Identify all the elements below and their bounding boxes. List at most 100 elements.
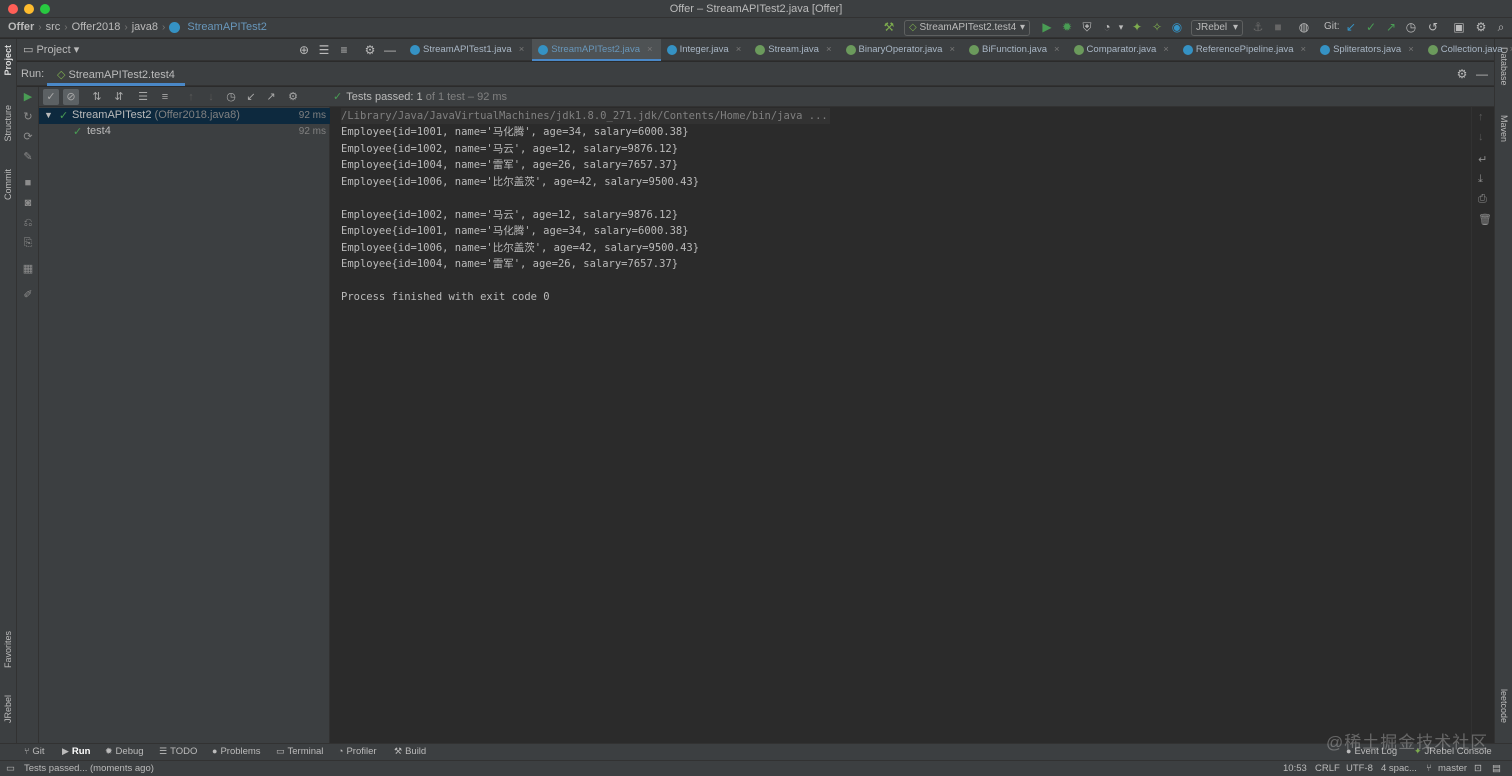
attach-icon[interactable]: ⚓ bbox=[1251, 20, 1265, 34]
gear-icon[interactable]: ⚙ bbox=[285, 89, 301, 105]
jrebel-tool-tab[interactable]: JRebel bbox=[3, 695, 13, 723]
chevron-down-icon[interactable]: ▼ bbox=[44, 110, 53, 120]
tab-referencepipeline[interactable]: ReferencePipeline.java × bbox=[1177, 39, 1314, 61]
commit-tool-tab[interactable]: Commit bbox=[3, 169, 13, 200]
file-encoding[interactable]: UTF-8 bbox=[1346, 763, 1373, 774]
close-icon[interactable]: × bbox=[519, 44, 525, 61]
toggle-tool-windows-icon[interactable]: ▭ bbox=[6, 763, 15, 774]
restore-icon[interactable]: ⎌ bbox=[22, 217, 34, 229]
hide-icon[interactable]: — bbox=[1475, 67, 1489, 81]
test-history-icon[interactable]: ◷ bbox=[223, 89, 239, 105]
export-tests-icon[interactable]: ↗ bbox=[263, 89, 279, 105]
sort-alpha-icon[interactable]: ⇅ bbox=[89, 89, 105, 105]
close-icon[interactable]: × bbox=[826, 44, 832, 61]
breadcrumb-offer2018[interactable]: Offer2018 bbox=[72, 21, 121, 33]
show-passed-icon[interactable]: ✓ bbox=[43, 89, 59, 105]
toggle-autotest-icon[interactable]: ⟳ bbox=[22, 131, 34, 143]
close-icon[interactable]: × bbox=[1054, 44, 1060, 61]
tab-stream[interactable]: Stream.java × bbox=[749, 39, 839, 61]
debug-icon[interactable]: ✹ bbox=[1060, 20, 1074, 34]
cursor-position[interactable]: 10:53 bbox=[1283, 763, 1307, 774]
git-update-icon[interactable]: ↙ bbox=[1344, 20, 1358, 34]
tab-build[interactable]: ⚒ Build bbox=[394, 746, 426, 757]
collapse-all-icon[interactable]: ≡ bbox=[337, 43, 351, 57]
tab-spliterators[interactable]: Spliterators.java × bbox=[1314, 39, 1422, 61]
close-icon[interactable]: × bbox=[647, 44, 653, 59]
tab-integer[interactable]: Integer.java × bbox=[661, 39, 750, 61]
tree-row-test4[interactable]: ✓ test4 92 ms bbox=[39, 124, 330, 140]
stop-icon[interactable]: ■ bbox=[22, 177, 34, 189]
jrebel-debug-icon[interactable]: ✧ bbox=[1150, 20, 1164, 34]
project-structure-icon[interactable]: ▣ bbox=[1452, 20, 1466, 34]
close-icon[interactable]: × bbox=[1408, 44, 1414, 61]
tab-binaryoperator[interactable]: BinaryOperator.java × bbox=[840, 39, 964, 61]
next-failed-icon[interactable]: ↓ bbox=[203, 89, 219, 105]
tab-profiler[interactable]: ◔ Profiler bbox=[338, 746, 377, 757]
export-icon[interactable]: ⎘ bbox=[22, 237, 34, 249]
previous-failed-icon[interactable]: ↑ bbox=[183, 89, 199, 105]
close-icon[interactable]: × bbox=[1163, 44, 1169, 61]
search-icon[interactable]: ⌕ bbox=[1494, 20, 1508, 34]
breadcrumb-src[interactable]: src bbox=[46, 21, 61, 33]
tree-row-root[interactable]: ▼ ✓ StreamAPITest2 (Offer2018.java8) 92 … bbox=[39, 108, 330, 124]
gear-icon[interactable]: ⚙ bbox=[363, 43, 377, 57]
print-icon[interactable]: ⎙ bbox=[1478, 193, 1487, 206]
line-separator[interactable]: CRLF bbox=[1315, 763, 1340, 774]
breadcrumb-class[interactable]: StreamAPITest2 bbox=[187, 21, 266, 33]
collapse-all-icon[interactable]: ≡ bbox=[157, 89, 173, 105]
rerun-icon[interactable]: ▶ bbox=[22, 91, 34, 103]
leetcode-tool-tab[interactable]: leetcode bbox=[1499, 689, 1509, 723]
tab-comparator[interactable]: Comparator.java × bbox=[1068, 39, 1177, 61]
tab-git[interactable]: ⑂ Git bbox=[24, 746, 45, 757]
layout-icon[interactable]: ▦ bbox=[22, 263, 34, 275]
jrebel-info-icon[interactable]: ◉ bbox=[1170, 20, 1184, 34]
run-configuration-select[interactable]: ◇ StreamAPITest2.test4 ▾ bbox=[904, 20, 1030, 36]
jrebel-select[interactable]: JRebel ▾ bbox=[1191, 20, 1243, 36]
chevron-down-icon[interactable]: ▾ bbox=[1114, 20, 1128, 34]
hide-icon[interactable]: — bbox=[383, 43, 397, 57]
breadcrumb-project[interactable]: Offer bbox=[8, 21, 34, 33]
run-icon[interactable]: ▶ bbox=[1040, 20, 1054, 34]
breadcrumb-java8[interactable]: java8 bbox=[132, 21, 158, 33]
arrow-down-icon[interactable]: ↓ bbox=[1478, 131, 1484, 143]
maven-tool-tab[interactable]: Maven bbox=[1499, 115, 1509, 142]
settings-icon[interactable]: ⚙ bbox=[1474, 20, 1488, 34]
tab-terminal[interactable]: ▭ Terminal bbox=[276, 746, 323, 757]
sort-duration-icon[interactable]: ⇵ bbox=[111, 89, 127, 105]
import-tests-icon[interactable]: ↙ bbox=[243, 89, 259, 105]
expand-all-icon[interactable]: ☰ bbox=[135, 89, 151, 105]
jrebel-run-icon[interactable]: ✦ bbox=[1130, 20, 1144, 34]
tab-todo[interactable]: ☰ TODO bbox=[159, 746, 197, 757]
soft-wrap-icon[interactable]: ↵ bbox=[1478, 153, 1487, 166]
tab-run[interactable]: ▶ Run bbox=[62, 746, 90, 757]
memory-icon[interactable]: ▤ bbox=[1492, 763, 1501, 774]
stop-icon[interactable]: ■ bbox=[1271, 20, 1285, 34]
rollback-icon[interactable]: ↺ bbox=[1426, 20, 1440, 34]
git-branch[interactable]: master bbox=[1438, 763, 1467, 774]
settings-icon[interactable]: ⚙ bbox=[1455, 67, 1469, 81]
arrow-up-icon[interactable]: ↑ bbox=[1478, 111, 1484, 123]
profile-icon[interactable]: ◔ bbox=[1100, 20, 1114, 34]
tab-streamapitest1[interactable]: StreamAPITest1.java × bbox=[404, 39, 532, 61]
close-icon[interactable]: × bbox=[949, 44, 955, 61]
tab-debug[interactable]: ✹ Debug bbox=[105, 746, 144, 757]
tab-collection[interactable]: Collection.java× bbox=[1422, 39, 1512, 61]
trash-icon[interactable]: 🗑 bbox=[1478, 213, 1492, 226]
git-commit-icon[interactable]: ✓ bbox=[1364, 20, 1378, 34]
close-icon[interactable]: × bbox=[736, 44, 742, 61]
close-icon[interactable]: × bbox=[1301, 44, 1307, 61]
scroll-to-end-icon[interactable]: ⤓ bbox=[1478, 173, 1483, 186]
tab-streamapitest2[interactable]: StreamAPITest2.java × bbox=[532, 39, 661, 61]
locate-icon[interactable]: ⊕ bbox=[297, 43, 311, 57]
status-message[interactable]: Tests passed... (moments ago) bbox=[24, 763, 154, 774]
favorites-tool-tab[interactable]: Favorites bbox=[3, 631, 13, 668]
git-push-icon[interactable]: ↗ bbox=[1384, 20, 1398, 34]
lock-icon[interactable]: ⊡ bbox=[1474, 763, 1482, 774]
console-output[interactable]: /Library/Java/JavaVirtualMachines/jdk1.8… bbox=[331, 107, 1471, 743]
show-ignored-icon[interactable]: ⊘ bbox=[63, 89, 79, 105]
history-icon[interactable]: ◷ bbox=[1404, 20, 1418, 34]
indent-setting[interactable]: 4 spac... bbox=[1381, 763, 1417, 774]
build-hammer-icon[interactable]: ⚒ bbox=[882, 20, 896, 34]
search-everywhere-icon[interactable]: ◍ bbox=[1297, 20, 1311, 34]
project-tool-tab[interactable]: Project bbox=[3, 45, 13, 76]
